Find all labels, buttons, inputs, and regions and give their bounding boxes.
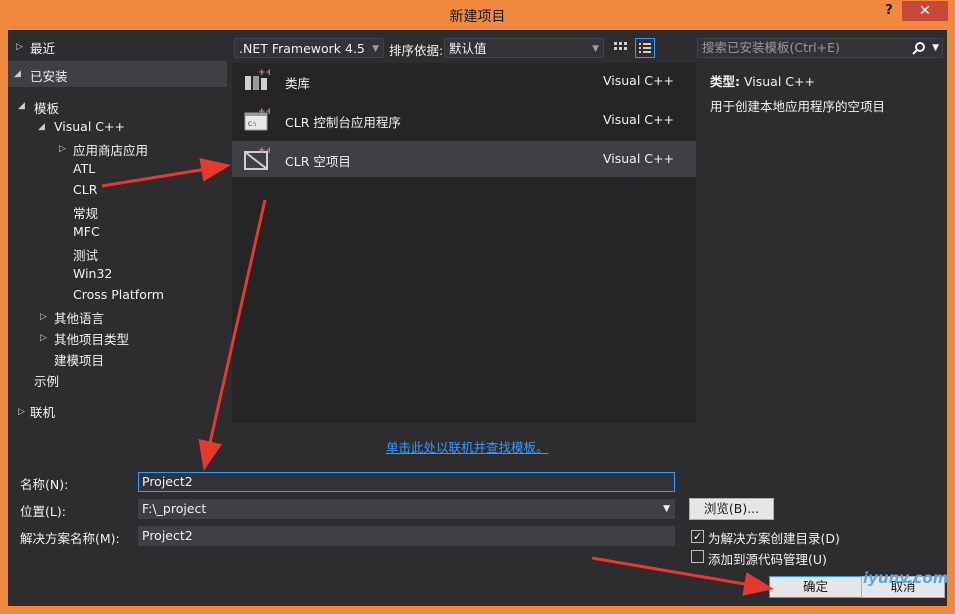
- solution-name-input[interactable]: Project2: [138, 526, 675, 546]
- close-button[interactable]: ✕: [902, 1, 948, 21]
- expand-arrow-icon[interactable]: ▷: [18, 407, 25, 417]
- tree-item-online[interactable]: 联机: [30, 402, 55, 421]
- create-directory-checkbox[interactable]: ✓: [691, 530, 704, 543]
- tree-item-other-project-types[interactable]: 其他项目类型: [54, 329, 129, 348]
- small-icons-view-button[interactable]: [611, 38, 631, 58]
- dialog-frame: 新建项目 ? ✕ ▷ 最近 ◢ 已安装 ◢ 模板 ◢ Visual C++ ▷ …: [0, 0, 955, 614]
- template-list: ++ 类库 Visual C++ C:\ ++ CLR 控制台应用程序 Visu…: [232, 63, 696, 423]
- expand-arrow-icon[interactable]: ▷: [59, 144, 66, 154]
- dialog-title: 新建项目: [449, 9, 506, 25]
- template-type: 类型: Visual C++: [710, 71, 815, 90]
- template-item[interactable]: ++ 类库 Visual C++: [232, 63, 696, 99]
- browse-button[interactable]: 浏览(B)...: [689, 498, 774, 520]
- name-label: 名称(N):: [20, 477, 69, 492]
- tree-item-atl[interactable]: ATL: [73, 161, 95, 176]
- svg-text:++: ++: [258, 107, 270, 117]
- template-name: CLR 控制台应用程序: [285, 115, 401, 130]
- framework-value: .NET Framework 4.5: [239, 41, 365, 56]
- sort-select[interactable]: 默认值 ▼: [444, 38, 604, 58]
- tree-item-recent[interactable]: 最近: [30, 38, 55, 57]
- sort-label: 排序依据:: [389, 43, 444, 58]
- collapse-arrow-icon[interactable]: ◢: [38, 122, 45, 132]
- grid-view-icon: [614, 42, 627, 50]
- chevron-down-icon: ▼: [372, 44, 379, 54]
- template-name: 类库: [285, 76, 311, 91]
- search-input[interactable]: 搜索已安装模板(Ctrl+E) ▼: [697, 38, 943, 58]
- source-control-checkbox[interactable]: [691, 550, 704, 563]
- console-app-icon: C:\ ++: [244, 107, 270, 131]
- create-directory-label: 为解决方案创建目录(D): [708, 531, 840, 546]
- chevron-down-icon: ▼: [932, 43, 939, 53]
- framework-select[interactable]: .NET Framework 4.5 ▼: [234, 38, 384, 58]
- tree-item-modeling-projects[interactable]: 建模项目: [54, 350, 104, 369]
- source-control-label: 添加到源代码管理(U): [708, 552, 827, 567]
- location-label: 位置(L):: [20, 504, 66, 519]
- svg-text:++: ++: [258, 68, 270, 78]
- sort-value: 默认值: [449, 41, 487, 56]
- help-button[interactable]: ?: [880, 3, 898, 21]
- template-description: 用于创建本地应用程序的空项目: [710, 99, 886, 114]
- type-label: 类型:: [710, 74, 740, 89]
- solution-name-label: 解决方案名称(M):: [20, 531, 120, 546]
- expand-arrow-icon[interactable]: ▷: [40, 312, 47, 322]
- location-input[interactable]: F:\_project ▼: [138, 499, 675, 519]
- template-name: CLR 空项目: [285, 154, 351, 169]
- list-view-icon: [639, 43, 651, 53]
- chevron-down-icon: ▼: [592, 44, 599, 54]
- tree-item-other-languages[interactable]: 其他语言: [54, 308, 104, 327]
- expand-arrow-icon[interactable]: ▷: [40, 333, 47, 343]
- svg-text:++: ++: [258, 146, 270, 156]
- empty-project-icon: ++: [244, 146, 270, 170]
- search-icon: [912, 42, 925, 55]
- tree-item-mfc[interactable]: MFC: [73, 224, 100, 239]
- tree-item-win32[interactable]: Win32: [73, 266, 112, 281]
- tree-item-general[interactable]: 常规: [73, 203, 98, 222]
- collapse-arrow-icon[interactable]: ◢: [14, 69, 21, 79]
- class-library-icon: ++: [245, 68, 270, 90]
- tree-item-samples[interactable]: 示例: [34, 371, 59, 390]
- tree-item-visual-cpp[interactable]: Visual C++: [54, 119, 125, 134]
- template-language: Visual C++: [603, 151, 674, 166]
- search-placeholder: 搜索已安装模板(Ctrl+E): [702, 40, 840, 55]
- tree-item-installed: 已安装: [30, 69, 68, 84]
- list-view-button[interactable]: [635, 38, 655, 58]
- chevron-down-icon[interactable]: ▼: [663, 500, 670, 518]
- expand-arrow-icon[interactable]: ▷: [16, 42, 23, 52]
- tree-item-store-apps[interactable]: 应用商店应用: [73, 140, 148, 159]
- ok-button[interactable]: 确定: [769, 576, 862, 598]
- template-language: Visual C++: [603, 112, 674, 127]
- online-templates-link[interactable]: 单击此处以联机并查找模板。: [386, 437, 549, 456]
- title-bar: 新建项目 ? ✕: [0, 0, 955, 30]
- name-input[interactable]: Project2: [138, 472, 675, 492]
- type-value: Visual C++: [743, 74, 815, 89]
- tree-item-clr[interactable]: CLR: [73, 182, 97, 197]
- tree-item-installed-row[interactable]: ◢ 已安装: [8, 61, 227, 87]
- collapse-arrow-icon[interactable]: ◢: [18, 101, 25, 111]
- watermark-logo: iyunv.com: [863, 569, 949, 587]
- tree-item-templates[interactable]: 模板: [34, 98, 59, 117]
- template-item[interactable]: C:\ ++ CLR 控制台应用程序 Visual C++: [232, 102, 696, 138]
- dialog-body: ▷ 最近 ◢ 已安装 ◢ 模板 ◢ Visual C++ ▷ 应用商店应用 AT…: [8, 30, 949, 606]
- tree-item-cross-platform[interactable]: Cross Platform: [73, 287, 164, 302]
- template-language: Visual C++: [603, 73, 674, 88]
- template-item-selected[interactable]: ++ CLR 空项目 Visual C++: [232, 141, 696, 177]
- location-value: F:\_project: [142, 501, 207, 516]
- svg-text:C:\: C:\: [248, 121, 257, 128]
- tree-item-test[interactable]: 测试: [73, 245, 98, 264]
